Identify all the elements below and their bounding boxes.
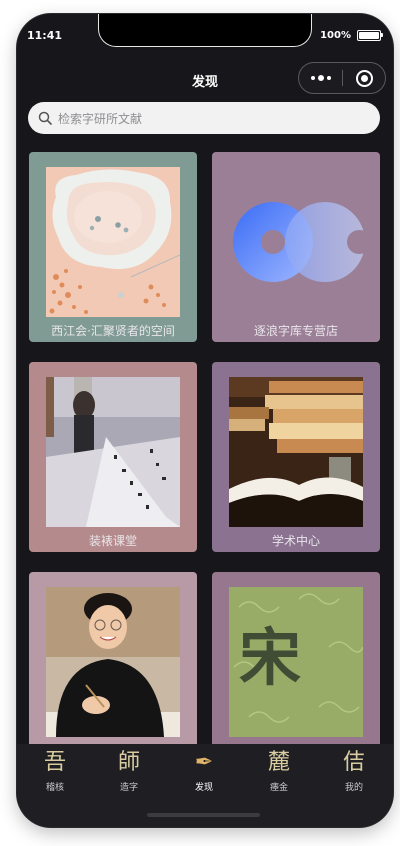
- card-label: 学术中心: [271, 534, 320, 548]
- tab-discover[interactable]: ✒ 发现: [179, 748, 229, 793]
- search-placeholder: 检索字研所文献: [58, 111, 143, 126]
- tab-create-font[interactable]: 師 造字: [104, 748, 154, 793]
- calligraphy-wu-icon: 吾: [43, 750, 66, 775]
- battery-icon: [357, 30, 383, 41]
- dot-icon: [326, 76, 331, 80]
- dot-icon: [317, 75, 324, 81]
- smiling-woman-portrait: [46, 587, 180, 737]
- tab-label: 造字: [119, 783, 138, 793]
- close-button[interactable]: [343, 69, 385, 87]
- blue-infinity-logo: [229, 167, 363, 317]
- battery-percent: 100%: [320, 30, 351, 41]
- home-indicator: [147, 813, 260, 817]
- mini-program-capsule: [298, 62, 386, 94]
- song-character: 宋: [239, 621, 302, 694]
- song-character-green-tile: 宋: [229, 587, 363, 737]
- battery-fill: [359, 32, 379, 39]
- status-time: 11:41: [27, 29, 63, 42]
- card-song-character[interactable]: 宋: [212, 572, 380, 762]
- tab-label: 瘗金: [269, 783, 288, 793]
- card-label: 西江会·汇聚贤者的空间: [51, 324, 175, 338]
- open-books-photo: [229, 377, 363, 527]
- target-circle-icon: [355, 69, 373, 87]
- card-academic-center[interactable]: 学术中心: [212, 362, 380, 552]
- calligraphy-shi-icon: 師: [117, 750, 140, 775]
- brush-discover-icon: ✒: [194, 750, 214, 775]
- card-xijianghui[interactable]: 西江会·汇聚贤者的空间: [29, 152, 197, 342]
- phone-frame: 11:41 100% 发现 检索字研所文献 西江会·汇聚贤者的空间 逐浪字库专营…: [17, 14, 393, 827]
- status-right: 100%: [320, 30, 383, 41]
- more-button[interactable]: [299, 75, 342, 81]
- tab-yijin[interactable]: 麓 瘗金: [254, 748, 304, 793]
- dot-icon: [310, 76, 315, 80]
- card-label: 逐浪字库专营店: [253, 324, 338, 338]
- tab-mine[interactable]: 佶 我的: [329, 748, 379, 793]
- search-bar[interactable]: 检索字研所文献: [28, 102, 380, 134]
- card-label: 装裱课堂: [88, 534, 137, 548]
- calligraphy-ji-icon: 佶: [342, 750, 365, 775]
- card-portrait[interactable]: [29, 572, 197, 762]
- calligraphy-lu-icon: 麓: [267, 750, 290, 775]
- tab-audit[interactable]: 吾 稽核: [30, 748, 80, 793]
- card-zhulang-store[interactable]: 逐浪字库专营店: [212, 152, 380, 342]
- tab-label: 我的: [344, 783, 363, 793]
- card-mounting-class[interactable]: 装裱课堂: [29, 362, 197, 552]
- tab-label: 发现: [194, 783, 213, 793]
- pearl-earrings-photo: [46, 167, 180, 317]
- calligraphy-mounting-photo: [46, 377, 180, 527]
- search-icon: [38, 111, 52, 125]
- notch: [98, 14, 312, 47]
- tab-label: 稽核: [45, 783, 64, 793]
